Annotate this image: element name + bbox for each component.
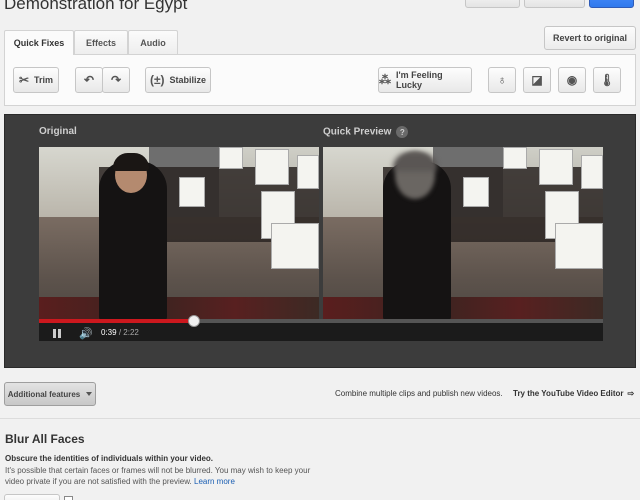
trim-button[interactable]: ✂ Trim: [13, 67, 59, 93]
total-time: 2:22: [123, 328, 139, 337]
progress-fill: [39, 319, 194, 323]
blur-checkbox[interactable]: [64, 496, 73, 500]
additional-features-label: Additional features: [7, 389, 81, 399]
feeling-lucky-label: I'm Feeling Lucky: [396, 70, 443, 90]
contrast-button[interactable]: ◪: [523, 67, 551, 93]
current-time: 0:39: [101, 328, 117, 337]
fill-light-button[interactable]: ♁: [488, 67, 516, 93]
help-icon[interactable]: ?: [396, 126, 409, 138]
scrubber-handle[interactable]: [187, 315, 200, 327]
color-temperature-button[interactable]: 🌡: [593, 67, 621, 93]
stabilize-button[interactable]: (±) Stabilize: [145, 67, 211, 93]
save-as-button[interactable]: Save As: [524, 0, 585, 8]
tab-audio[interactable]: Audio: [128, 30, 178, 54]
learn-more-link[interactable]: Learn more: [194, 477, 235, 486]
quick-preview-heading: Quick Preview?: [323, 126, 409, 138]
divider: [0, 418, 640, 419]
chevron-down-icon: [86, 392, 93, 396]
contrast-icon: ◪: [531, 73, 543, 87]
rotate-right-icon: ↷: [110, 73, 122, 87]
player-controls: 🔊 0:39 / 2:22: [39, 315, 603, 341]
apply-blur-button[interactable]: [4, 494, 60, 500]
additional-features-button[interactable]: Additional features: [4, 382, 96, 406]
rotate-left-icon: ↶: [83, 73, 95, 87]
trim-label: Trim: [34, 75, 54, 85]
tab-effects[interactable]: Effects: [74, 30, 128, 54]
combine-clips-text: Combine multiple clips and publish new v…: [335, 389, 503, 398]
progress-bar[interactable]: [39, 315, 603, 327]
quick-preview-label: Quick Preview: [323, 126, 392, 138]
youtube-video-editor-link[interactable]: Try the YouTube Video Editor ⇨: [513, 389, 634, 398]
tab-quick-fixes[interactable]: Quick Fixes: [4, 30, 74, 55]
quick-fixes-panel: ✂ Trim ↶ ↷ (±) Stabilize ⁂ I'm Feeling L…: [4, 54, 636, 106]
blur-faces-description: It's possible that certain faces or fram…: [5, 465, 325, 487]
youtube-video-editor-label: Try the YouTube Video Editor: [513, 389, 624, 398]
stabilize-label: Stabilize: [169, 75, 207, 85]
video-frame-blurred: [323, 147, 603, 319]
quick-preview-video[interactable]: [323, 147, 603, 319]
pause-icon[interactable]: [53, 329, 61, 338]
scissors-icon: ✂: [18, 73, 30, 87]
saturation-button[interactable]: ◉: [558, 67, 586, 93]
arrow-right-icon: ⇨: [627, 389, 635, 398]
video-frame: [39, 147, 319, 319]
enhancement-tabs: Quick Fixes Effects Audio: [4, 30, 636, 55]
volume-icon[interactable]: 🔊: [79, 327, 93, 340]
preview-panel: Original Quick Preview? 🔊 0:39 / 2:22: [4, 114, 636, 368]
feeling-lucky-button[interactable]: ⁂ I'm Feeling Lucky: [378, 67, 472, 93]
rotate-left-button[interactable]: ↶: [75, 67, 103, 93]
blur-faces-title: Blur All Faces: [5, 432, 85, 446]
video-title: Demonstration for Egypt: [4, 0, 188, 13]
revert-to-original-button[interactable]: Revert to original: [543, 26, 636, 50]
stabilize-icon: (±): [149, 73, 165, 87]
original-label: Original: [39, 126, 77, 137]
save-button[interactable]: Save: [588, 0, 634, 8]
header-actions: Cancel Save As Save: [465, 0, 634, 8]
light-bulb-icon: ♁: [497, 73, 507, 87]
magic-wand-icon: ⁂: [379, 73, 391, 87]
cancel-button[interactable]: Cancel: [465, 0, 521, 8]
time-display: 0:39 / 2:22: [101, 328, 139, 337]
blur-faces-description-text: It's possible that certain faces or fram…: [5, 466, 311, 486]
saturation-icon: ◉: [566, 73, 578, 87]
original-video[interactable]: [39, 147, 319, 319]
blur-faces-subtitle: Obscure the identities of individuals wi…: [5, 454, 214, 463]
rotate-right-button[interactable]: ↷: [102, 67, 130, 93]
thermometer-icon: 🌡: [599, 73, 615, 87]
